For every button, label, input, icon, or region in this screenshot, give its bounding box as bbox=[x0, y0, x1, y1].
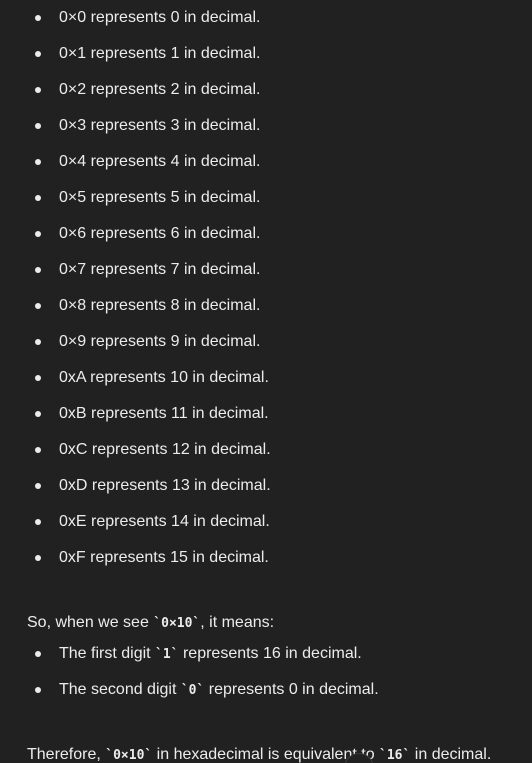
list-item-text: 0×6 represents 6 in decimal. bbox=[59, 225, 261, 242]
bullet-icon bbox=[35, 303, 41, 309]
list-item: 0xB represents 11 in decimal. bbox=[0, 396, 271, 432]
list-item: 0xC represents 12 in decimal. bbox=[0, 432, 271, 468]
list-item-text: 0xE represents 14 in decimal. bbox=[59, 513, 270, 530]
list-item: 0xA represents 10 in decimal. bbox=[0, 360, 271, 396]
conclusion-paragraph: Therefore, `0×10` in hexadecimal is equi… bbox=[27, 743, 491, 763]
list-item: 0xF represents 15 in decimal. bbox=[0, 540, 271, 576]
bullet-icon bbox=[35, 267, 41, 273]
inline-code: `16` bbox=[379, 748, 411, 763]
bullet-icon bbox=[35, 375, 41, 381]
list-item: 0×2 represents 2 in decimal. bbox=[0, 72, 271, 108]
bullet-icon bbox=[35, 51, 41, 57]
bullet-icon bbox=[35, 87, 41, 93]
list-item-text: represents 0 in decimal. bbox=[204, 681, 379, 698]
bullet-icon bbox=[35, 519, 41, 525]
list-item-text: 0×2 represents 2 in decimal. bbox=[59, 81, 261, 98]
list-item: 0×8 represents 8 in decimal. bbox=[0, 288, 271, 324]
bullet-icon bbox=[35, 123, 41, 129]
inline-code: `0` bbox=[180, 683, 205, 698]
list-item: 0×0 represents 0 in decimal. bbox=[0, 0, 271, 36]
list-item: 0×9 represents 9 in decimal. bbox=[0, 324, 271, 360]
list-item-text: 0×8 represents 8 in decimal. bbox=[59, 297, 261, 314]
list-item-text: 0×1 represents 1 in decimal. bbox=[59, 45, 261, 62]
list-item: 0×6 represents 6 in decimal. bbox=[0, 216, 271, 252]
list-item: 0xE represents 14 in decimal. bbox=[0, 504, 271, 540]
hex-values-list: 0×0 represents 0 in decimal. 0×1 represe… bbox=[0, 0, 271, 576]
paragraph-text: So, when we see bbox=[27, 614, 154, 631]
inline-code: `0×10` bbox=[153, 616, 201, 631]
list-item-text: 0×9 represents 9 in decimal. bbox=[59, 333, 261, 350]
list-item: 0×4 represents 4 in decimal. bbox=[0, 144, 271, 180]
list-item: 0×7 represents 7 in decimal. bbox=[0, 252, 271, 288]
list-item-text: 0×7 represents 7 in decimal. bbox=[59, 261, 261, 278]
list-item-text: 0xB represents 11 in decimal. bbox=[59, 405, 269, 422]
list-item: 0×3 represents 3 in decimal. bbox=[0, 108, 271, 144]
list-item-text: The second digit bbox=[59, 681, 181, 698]
bullet-icon bbox=[35, 483, 41, 489]
list-item: 0×5 represents 5 in decimal. bbox=[0, 180, 271, 216]
inline-code: `0×10` bbox=[105, 748, 153, 763]
list-item-text: 0×0 represents 0 in decimal. bbox=[59, 9, 261, 26]
list-item-text: 0xF represents 15 in decimal. bbox=[59, 549, 269, 566]
bullet-icon bbox=[35, 15, 41, 21]
bullet-icon bbox=[35, 687, 41, 693]
list-item-text: 0xC represents 12 in decimal. bbox=[59, 441, 271, 458]
list-item-text: 0×4 represents 4 in decimal. bbox=[59, 153, 261, 170]
list-item: 0xD represents 13 in decimal. bbox=[0, 468, 271, 504]
bullet-icon bbox=[35, 231, 41, 237]
bullet-icon bbox=[35, 339, 41, 345]
bullet-icon bbox=[35, 555, 41, 561]
bullet-icon bbox=[35, 195, 41, 201]
bullet-icon bbox=[35, 411, 41, 417]
list-item-text: The first digit bbox=[59, 645, 156, 662]
bullet-icon bbox=[35, 651, 41, 657]
intro-paragraph: So, when we see `0×10`, it means: bbox=[27, 611, 274, 635]
paragraph-text: Therefore, bbox=[27, 746, 106, 763]
list-item-text: represents 16 in decimal. bbox=[178, 645, 362, 662]
bullet-icon bbox=[35, 447, 41, 453]
digit-explanation-list: The first digit `1` represents 16 in dec… bbox=[0, 636, 379, 708]
list-item-text: 0xD represents 13 in decimal. bbox=[59, 477, 271, 494]
paragraph-text: , it means: bbox=[200, 614, 275, 631]
inline-code: `1` bbox=[155, 647, 179, 662]
list-item: The second digit `0` represents 0 in dec… bbox=[0, 672, 379, 708]
list-item: The first digit `1` represents 16 in dec… bbox=[0, 636, 379, 672]
bullet-icon bbox=[35, 159, 41, 165]
list-item-text: 0×5 represents 5 in decimal. bbox=[59, 189, 261, 206]
list-item: 0×1 represents 1 in decimal. bbox=[0, 36, 271, 72]
list-item-text: 0×3 represents 3 in decimal. bbox=[59, 117, 261, 134]
list-item-text: 0xA represents 10 in decimal. bbox=[59, 369, 269, 386]
paragraph-text: in decimal. bbox=[410, 746, 492, 763]
